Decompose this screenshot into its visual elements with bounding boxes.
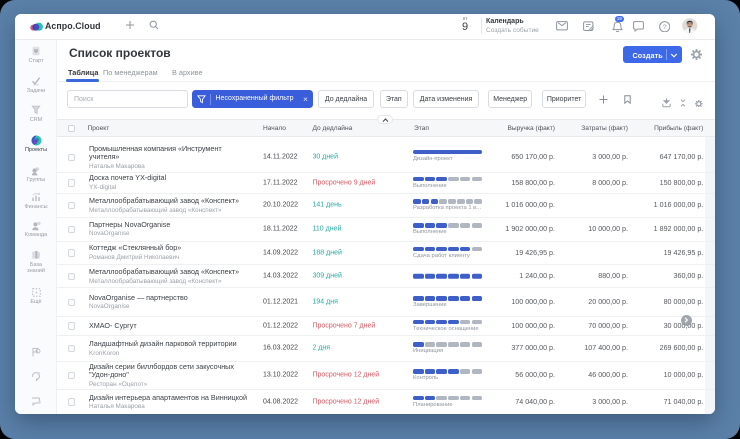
svg-text:?: ? bbox=[662, 24, 666, 31]
